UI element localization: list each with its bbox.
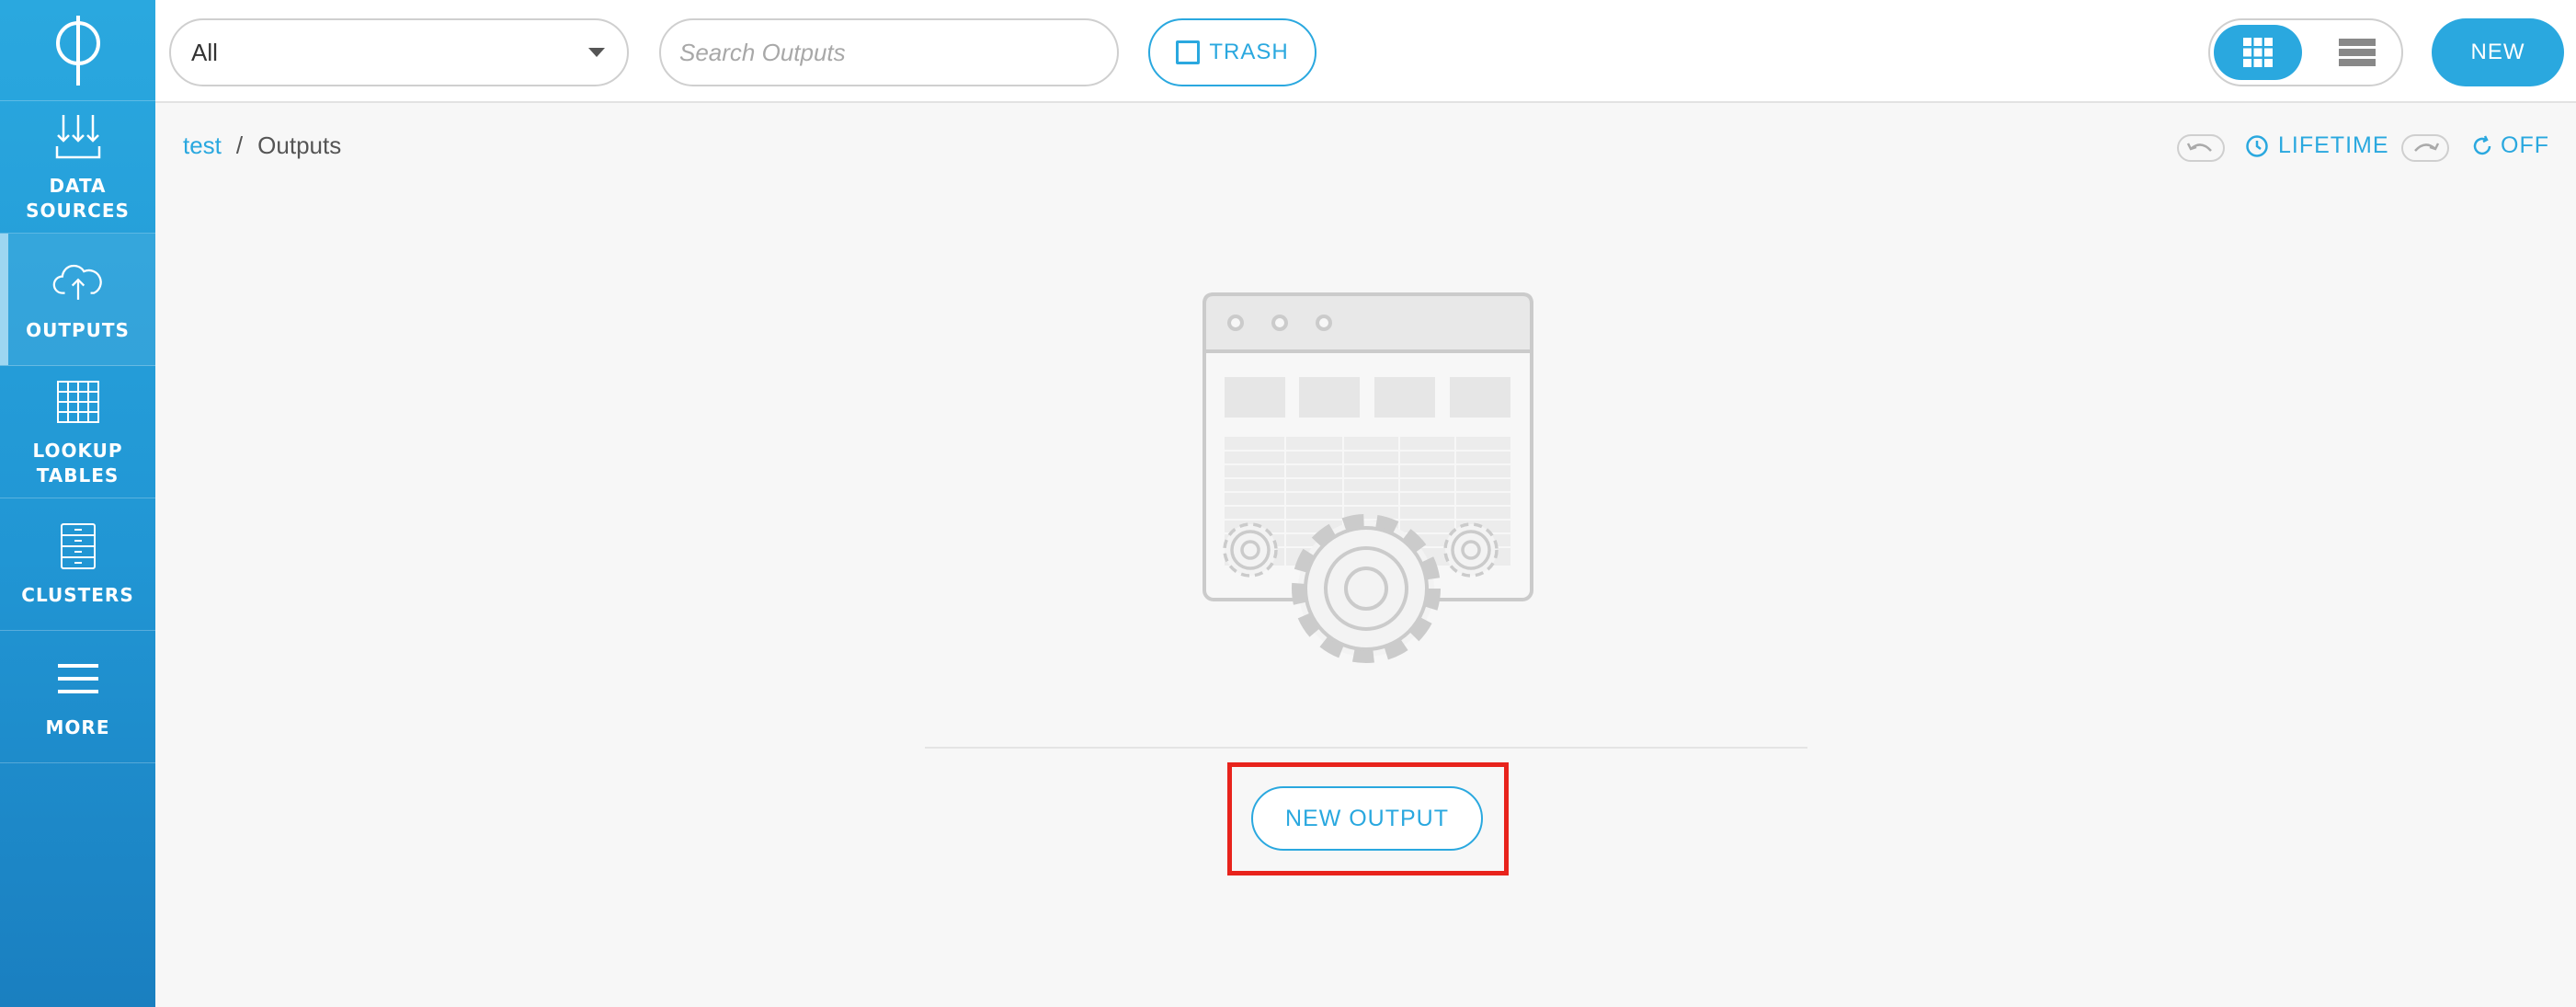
search-input[interactable] (659, 18, 1119, 86)
undo-button[interactable] (2177, 134, 2225, 162)
sidebar-item-data-sources[interactable]: DATA SOURCES (0, 101, 155, 234)
sidebar-item-label: OUTPUTS (26, 319, 130, 341)
filter-dropdown[interactable]: All (169, 18, 629, 86)
sidebar-item-outputs[interactable]: OUTPUTS (0, 234, 155, 366)
sidebar-item-label: CLUSTERS (21, 584, 134, 606)
new-button[interactable]: NEW (2432, 18, 2564, 86)
lifetime-label: LIFETIME (2278, 132, 2389, 158)
phi-logo-icon (55, 15, 100, 86)
undo-icon (2186, 143, 2212, 152)
refresh-label: OFF (2501, 132, 2549, 158)
sidebar-item-label: LOOKUP TABLES (32, 439, 123, 486)
list-view-button[interactable] (2313, 25, 2401, 80)
data-sources-icon (52, 111, 104, 163)
refresh-icon (2473, 134, 2491, 154)
grid-icon (2243, 38, 2273, 67)
breadcrumb-separator: / (235, 132, 244, 159)
top-toolbar: All TRASH NEW (155, 0, 2576, 103)
sidebar-item-clusters[interactable]: CLUSTERS (0, 498, 155, 631)
breadcrumb-project-link[interactable]: test (183, 132, 222, 160)
new-output-button[interactable]: NEW OUTPUT (1251, 786, 1483, 851)
empty-outputs-illustration (1203, 292, 1533, 663)
sidebar-item-label: DATA SOURCES (26, 174, 130, 222)
breadcrumb-current: Outputs (257, 132, 342, 159)
redo-button[interactable] (2401, 134, 2449, 162)
trash-label: TRASH (1209, 40, 1289, 64)
auto-refresh-button[interactable]: OFF (2471, 132, 2549, 159)
breadcrumb: test / Outputs (183, 132, 341, 160)
logo[interactable] (0, 0, 155, 101)
hamburger-menu-icon (52, 653, 104, 704)
checkbox-icon (1176, 40, 1201, 64)
sidebar: DATA SOURCES OUTPUTS LOOKUP TABLES CLUST… (0, 0, 155, 1007)
view-toggle (2208, 18, 2403, 86)
filter-value: All (191, 38, 218, 66)
server-rack-icon (52, 521, 104, 572)
sidebar-item-more[interactable]: MORE (0, 631, 155, 763)
lifetime-button[interactable]: LIFETIME (2245, 132, 2389, 159)
sidebar-item-label: MORE (45, 716, 110, 738)
redo-icon (2414, 143, 2440, 152)
table-grid-icon (52, 376, 104, 428)
grid-view-button[interactable] (2214, 25, 2302, 80)
cloud-upload-icon (52, 256, 104, 307)
sidebar-item-lookup-tables[interactable]: LOOKUP TABLES (0, 366, 155, 498)
clock-icon (2246, 134, 2268, 157)
section-divider (925, 747, 1807, 749)
list-icon (2339, 39, 2376, 66)
trash-button[interactable]: TRASH (1148, 18, 1316, 86)
caret-down-icon (588, 48, 605, 57)
